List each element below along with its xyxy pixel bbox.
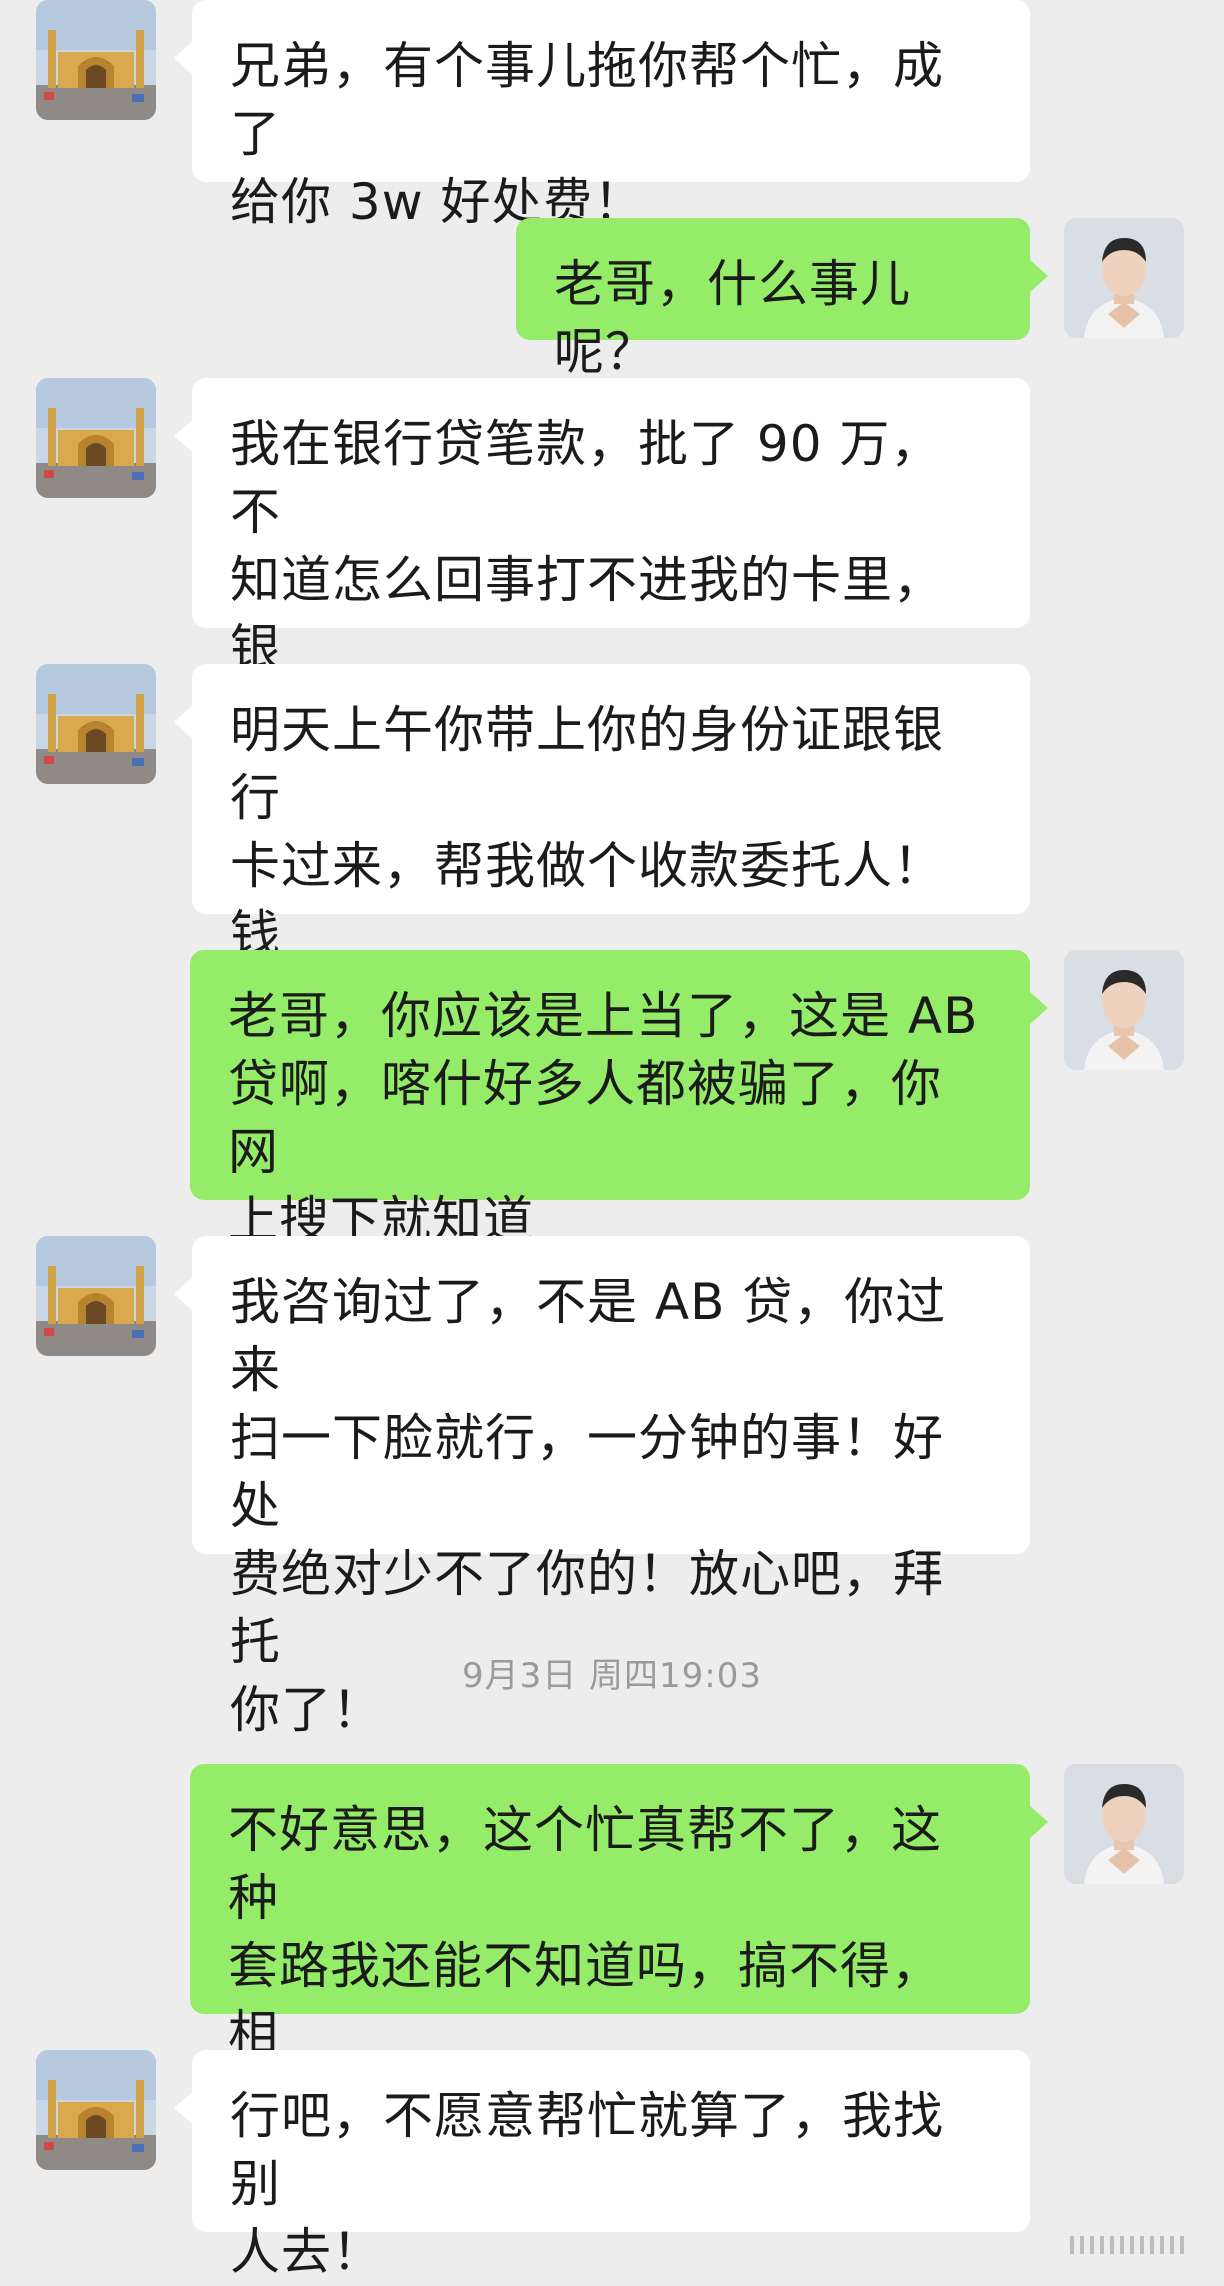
- self-avatar[interactable]: [1064, 1764, 1184, 1884]
- contact-avatar[interactable]: [36, 0, 156, 120]
- man-portrait-icon: [1064, 1764, 1184, 1884]
- contact-avatar[interactable]: [36, 1236, 156, 1356]
- self-avatar[interactable]: [1064, 950, 1184, 1070]
- contact-avatar[interactable]: [36, 664, 156, 784]
- man-portrait-icon: [1064, 218, 1184, 338]
- message-bubble[interactable]: 我在银行贷笔款，批了 90 万，不 知道怎么回事打不进我的卡里，银 行工作人员说…: [174, 378, 1030, 813]
- mosque-photo-icon: [36, 1236, 156, 1356]
- message-bubble[interactable]: 明天上午你带上你的身份证跟银行 卡过来，帮我做个收款委托人！钱 到账，我绝对不会…: [174, 664, 1030, 1031]
- message-bubble[interactable]: 老哥，你应该是上当了，这是 AB 贷啊，喀什好多人都被骗了，你网 上搜下就知道: [190, 950, 1048, 1249]
- mosque-photo-icon: [36, 664, 156, 784]
- message-bubble[interactable]: 不好意思，这个忙真帮不了，这种 套路我还能不知道吗，搞不得，相 信我: [190, 1764, 1048, 2131]
- mosque-photo-icon: [36, 2050, 156, 2170]
- chat-timestamp: 9月3日 周四19:03: [461, 1656, 763, 1696]
- mosque-photo-icon: [36, 378, 156, 498]
- chat-thread: 兄弟，有个事儿拖你帮个忙，成了 给你 3w 好处费！ 老哥，什么事儿呢？ 我在银…: [0, 0, 1224, 2281]
- man-portrait-icon: [1064, 950, 1184, 1070]
- message-bubble[interactable]: 兄弟，有个事儿拖你帮个忙，成了 给你 3w 好处费！: [174, 0, 1030, 231]
- contact-avatar[interactable]: [36, 2050, 156, 2170]
- message-bubble[interactable]: 行吧，不愿意帮忙就算了，我找别 人去！: [174, 2050, 1030, 2281]
- contact-avatar[interactable]: [36, 378, 156, 498]
- message-bubble[interactable]: 我咨询过了，不是 AB 贷，你过来 扫一下脸就行，一分钟的事！好处 费绝对少不了…: [174, 1236, 1030, 1739]
- message-bubble[interactable]: 老哥，什么事儿呢？: [516, 218, 1048, 381]
- self-avatar[interactable]: [1064, 218, 1184, 338]
- pattern-decoration-icon: [1070, 2236, 1184, 2254]
- mosque-photo-icon: [36, 0, 156, 120]
